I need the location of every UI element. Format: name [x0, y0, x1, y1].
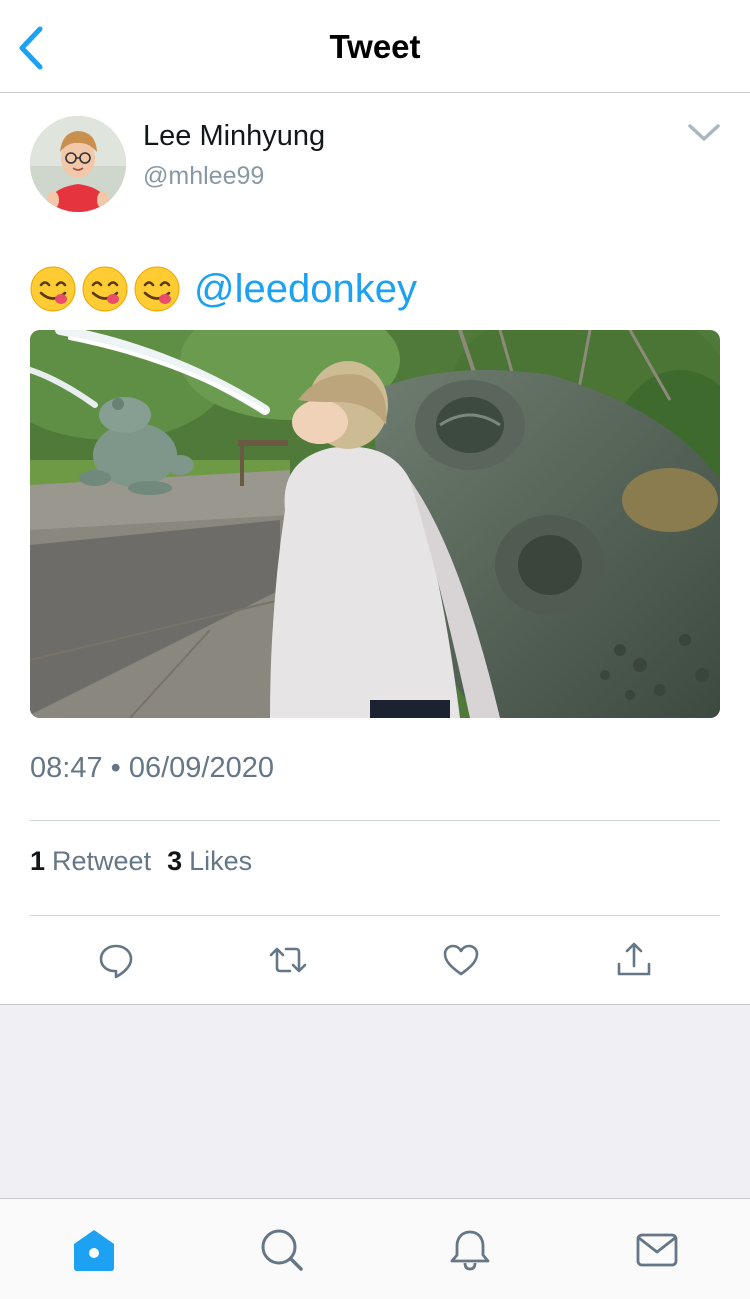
- chevron-down-icon: [688, 124, 720, 141]
- home-icon: [74, 1230, 114, 1271]
- tab-home[interactable]: [71, 1227, 117, 1273]
- likes-label: Likes: [189, 846, 253, 876]
- author-handle[interactable]: @mhlee99: [143, 162, 264, 191]
- bottom-tab-bar: [0, 1198, 750, 1299]
- search-icon: [261, 1229, 303, 1271]
- share-button[interactable]: [614, 940, 654, 980]
- share-icon: [617, 942, 651, 976]
- tweet-timestamp: 08:47 • 06/09/2020: [30, 752, 274, 784]
- retweets-label: Retweet: [52, 846, 152, 876]
- tweet-menu-button[interactable]: [686, 118, 722, 146]
- like-button[interactable]: [441, 940, 481, 980]
- face-savoring-food-emoji: [82, 266, 128, 312]
- tweet-stats: 1 Retweet 3 Likes: [30, 846, 268, 877]
- retweets-stat[interactable]: 1 Retweet: [30, 846, 151, 877]
- retweet-icon: [269, 947, 307, 973]
- author-display-name[interactable]: Lee Minhyung: [143, 120, 325, 153]
- page-title: Tweet: [329, 28, 421, 65]
- divider: [30, 820, 720, 821]
- notifications-icon: [450, 1230, 490, 1271]
- top-nav-bar: Tweet: [0, 0, 750, 93]
- tweet-text: @leedonkey: [30, 262, 417, 316]
- tab-messages[interactable]: [634, 1227, 680, 1273]
- retweets-count: 1: [30, 846, 46, 876]
- avatar[interactable]: [30, 116, 126, 212]
- retweet-button[interactable]: [268, 940, 308, 980]
- likes-count: 3: [167, 846, 183, 876]
- mention-link[interactable]: @leedonkey: [194, 262, 417, 316]
- tab-search[interactable]: [259, 1227, 305, 1273]
- tab-notifications[interactable]: [447, 1227, 493, 1273]
- face-savoring-food-emoji: [30, 266, 76, 312]
- messages-icon: [636, 1233, 678, 1267]
- like-icon: [443, 944, 479, 976]
- reply-button[interactable]: [96, 940, 136, 980]
- face-savoring-food-emoji: [134, 266, 180, 312]
- likes-stat[interactable]: 3 Likes: [167, 846, 252, 877]
- reply-icon: [99, 944, 133, 979]
- tweet-photo[interactable]: [30, 330, 720, 718]
- empty-background: [0, 1004, 750, 1199]
- divider: [30, 915, 720, 916]
